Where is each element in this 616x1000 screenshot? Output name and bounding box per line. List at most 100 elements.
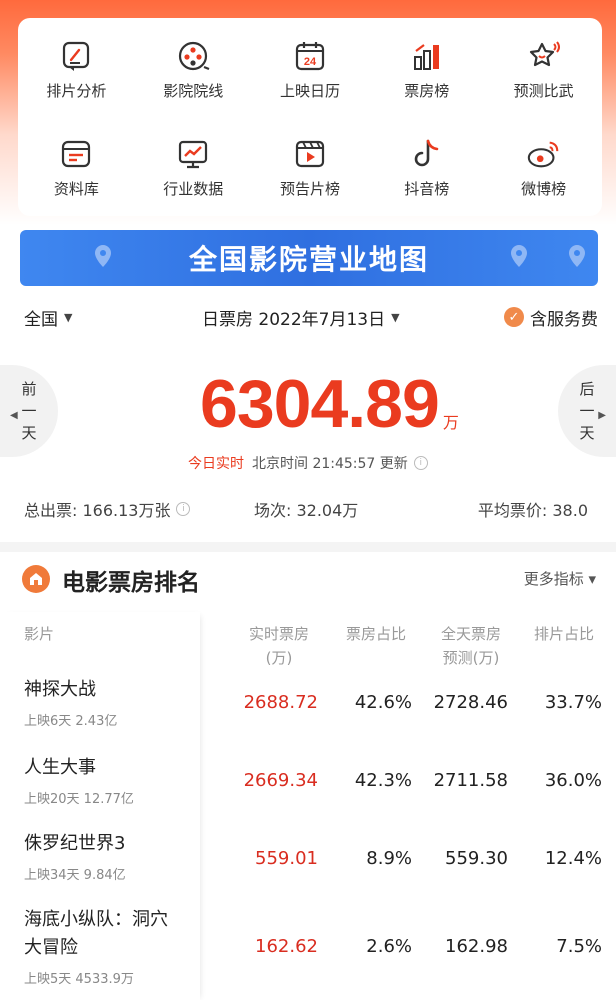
total-boxoffice: 6304.89 万 — [200, 363, 459, 443]
video-play-icon — [292, 136, 328, 172]
map-pin-icon — [95, 245, 111, 267]
check-icon: ✓ — [504, 307, 524, 327]
region-label: 全国 — [24, 309, 58, 330]
header-forecast: 全天票房 预测(万) — [432, 622, 510, 670]
stats-row: 总出票: 166.13万张 i 场次: 32.04万 平均票价: 38.0 — [0, 497, 616, 521]
sessions-stat: 场次: 32.04万 — [254, 501, 359, 520]
schedule-value: 12.4% — [544, 848, 602, 869]
map-pin-icon — [569, 245, 585, 267]
film-name: 侏罗纪世界3 — [24, 833, 126, 854]
live-label: 今日实时 — [188, 456, 244, 472]
grid-item-label: 行业数据 — [163, 180, 224, 198]
calendar-24-icon: 24 — [292, 38, 328, 74]
prev-day-button[interactable]: ◀ 前 一 天 — [0, 365, 58, 457]
grid-item-release-calendar[interactable]: 24 上映日历 — [252, 18, 369, 116]
service-fee-label: 含服务费 — [530, 309, 598, 330]
forecast-value: 2728.46 — [433, 692, 508, 713]
next-day-char: 后 — [579, 380, 595, 398]
edit-doc-icon — [58, 38, 94, 74]
header-line: 实时票房 — [248, 625, 309, 643]
grid-item-label: 排片分析 — [46, 82, 107, 100]
grid-item-industry-data[interactable]: 行业数据 — [135, 116, 252, 214]
table-row[interactable]: 侏罗纪世界3 上映34天 9.84亿 559.01 8.9% 559.30 12… — [0, 828, 616, 900]
table-row[interactable]: 人生大事 上映20天 12.77亿 2669.34 42.3% 2711.58 … — [0, 752, 616, 824]
realtime-value: 2669.34 — [243, 770, 318, 791]
tickets-stat: 总出票: 166.13万张 i — [24, 497, 191, 521]
banner-title: 全国影院营业地图 — [188, 243, 429, 276]
next-day-char: 一 — [579, 402, 595, 420]
map-pin-icon — [511, 245, 527, 267]
grid-item-schedule-analysis[interactable]: 排片分析 — [18, 18, 135, 116]
svg-text:24: 24 — [304, 56, 317, 68]
grid-item-boxoffice-chart[interactable]: 票房榜 — [368, 18, 485, 116]
share-value: 2.6% — [366, 936, 412, 957]
update-status: 今日实时 北京时间 21:45:57 更新 i — [188, 453, 428, 473]
schedule-value: 33.7% — [544, 692, 602, 713]
grid-item-label: 预告片榜 — [279, 180, 340, 198]
update-time: 北京时间 21:45:57 更新 — [252, 456, 408, 472]
film-name: 大冒险 — [24, 937, 78, 958]
ranking-title: 电影票房排名 — [62, 570, 200, 596]
film-name: 神探大战 — [24, 679, 96, 700]
film-sub: 上映34天 9.84亿 — [24, 868, 126, 883]
ranking-header: 电影票房排名 更多指标 ▾ — [0, 560, 616, 596]
grid-item-label: 上映日历 — [279, 82, 340, 100]
header-line: 预测(万) — [442, 649, 500, 667]
grid-item-prediction[interactable]: 预测比武 — [485, 18, 602, 116]
realtime-value: 162.62 — [255, 936, 318, 957]
trend-screen-icon — [175, 136, 211, 172]
film-reel-icon — [175, 38, 211, 74]
date-label: 日票房 2022年7月13日 — [202, 309, 386, 330]
arrow-left-icon: ◀ — [10, 410, 18, 421]
header-line: (万) — [265, 649, 293, 667]
share-value: 42.6% — [354, 692, 412, 713]
film-sub: 上映5天 4533.9万 — [24, 972, 134, 987]
grid-item-database[interactable]: 资料库 — [18, 116, 135, 214]
info-icon[interactable]: i — [413, 456, 428, 470]
header-schedule: 排片占比 — [533, 625, 594, 643]
date-dropdown[interactable]: 日票房 2022年7月13日 ▼ — [202, 305, 400, 330]
grid-item-label: 票房榜 — [404, 82, 450, 100]
forecast-value: 2711.58 — [433, 770, 508, 791]
next-day-char: 天 — [579, 424, 595, 442]
grid-item-label: 预测比武 — [513, 82, 574, 100]
more-metrics-button[interactable]: 更多指标 ▾ — [524, 568, 596, 589]
header-line: 全天票房 — [440, 625, 501, 643]
boxoffice-value: 6304.89 — [200, 366, 440, 442]
share-value: 42.3% — [354, 770, 412, 791]
region-dropdown[interactable]: 全国 ▼ — [24, 305, 72, 330]
film-name: 人生大事 — [24, 757, 96, 778]
header-film: 影片 — [24, 625, 55, 643]
douyin-icon — [409, 136, 445, 172]
film-name: 海底小纵队：洞穴 — [24, 909, 168, 930]
table-row[interactable]: 海底小纵队：洞穴 大冒险 上映5天 4533.9万 162.62 2.6% 16… — [0, 904, 616, 1000]
next-day-button[interactable]: ▶ 后 一 天 — [558, 365, 616, 457]
realtime-value: 2688.72 — [243, 692, 318, 713]
forecast-value: 162.98 — [445, 936, 508, 957]
database-icon — [58, 136, 94, 172]
bar-chart-icon — [409, 38, 445, 74]
info-icon[interactable]: i — [176, 502, 191, 516]
grid-item-label: 影院院线 — [163, 82, 224, 100]
avg-price-stat: 平均票价: 38.0 — [477, 501, 588, 520]
forecast-value: 559.30 — [445, 848, 508, 869]
grid-item-weibo-chart[interactable]: 微博榜 — [485, 116, 602, 214]
boxoffice-unit: 万 — [442, 413, 459, 432]
grid-item-label: 资料库 — [53, 180, 99, 198]
schedule-value: 7.5% — [556, 936, 602, 957]
prev-day-char: 前 — [21, 380, 37, 398]
film-sub: 上映20天 12.77亿 — [24, 792, 134, 807]
prev-day-char: 一 — [21, 402, 37, 420]
table-row[interactable]: 神探大战 上映6天 2.43亿 2688.72 42.6% 2728.46 33… — [0, 674, 616, 746]
grid-item-cinemas[interactable]: 影院院线 — [135, 18, 252, 116]
realtime-value: 559.01 — [255, 848, 318, 869]
header-share: 票房占比 — [345, 625, 406, 643]
service-fee-toggle[interactable]: ✓ 含服务费 — [504, 305, 598, 330]
section-divider — [0, 542, 616, 552]
grid-item-label: 抖音榜 — [404, 180, 450, 198]
grid-item-douyin-chart[interactable]: 抖音榜 — [368, 116, 485, 214]
cinema-map-banner[interactable]: 全国影院营业地图 — [20, 230, 598, 286]
grid-item-trailer-chart[interactable]: 预告片榜 — [252, 116, 369, 214]
arrow-right-icon: ▶ — [598, 410, 606, 421]
filter-row: 全国 ▼ 日票房 2022年7月13日 ▼ ✓ 含服务费 — [0, 300, 616, 334]
